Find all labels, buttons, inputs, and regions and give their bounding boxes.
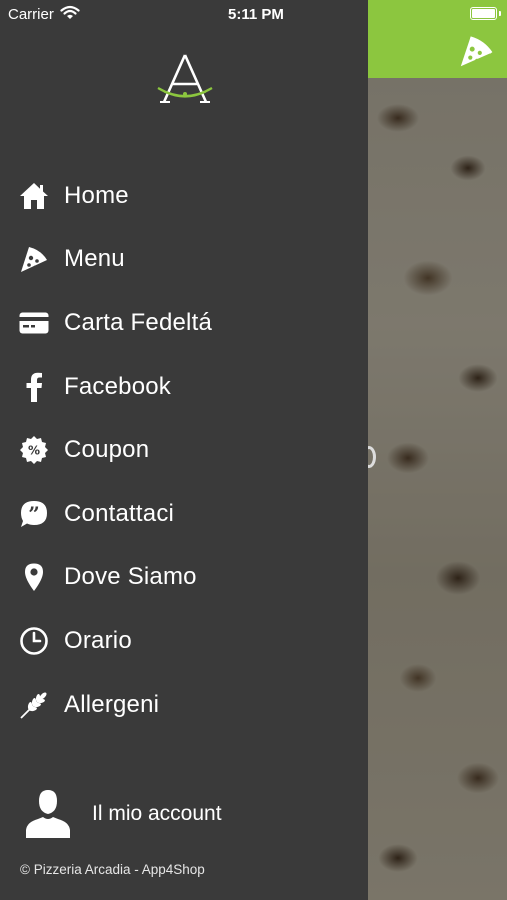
menu-item-label: Dove Siamo (64, 563, 197, 591)
credit-card-icon (18, 307, 50, 339)
menu-item-coupon[interactable]: % Coupon (0, 418, 368, 482)
menu-item-label: Carta Fedeltá (64, 308, 213, 336)
account-button[interactable]: Il mio account (0, 784, 368, 844)
menu-item-menu[interactable]: Menu (0, 228, 368, 292)
user-icon (26, 790, 70, 838)
menu-item-home[interactable]: Home (0, 164, 368, 228)
pizza-slice-icon (18, 243, 50, 275)
wifi-icon (60, 5, 80, 19)
carrier-label: Carrier (8, 6, 54, 23)
side-drawer: Carrier 5:11 PM Home Menu Carta Fedeltá … (0, 0, 368, 900)
chat-quote-icon: ” (18, 498, 50, 530)
pizza-slice-icon[interactable] (457, 32, 495, 70)
battery-icon (470, 7, 497, 20)
account-label: Il mio account (92, 802, 222, 825)
menu-item-label: Facebook (64, 372, 171, 400)
percent-badge-icon: % (18, 434, 50, 466)
menu-item-carta-fedelta[interactable]: Carta Fedeltá (0, 291, 368, 355)
app-header (368, 0, 507, 78)
clock-time: 5:11 PM (228, 6, 284, 23)
facebook-icon (18, 371, 50, 403)
status-bar: Carrier 5:11 PM (0, 0, 368, 28)
menu-item-facebook[interactable]: Facebook (0, 355, 368, 419)
main-menu: Home Menu Carta Fedeltá Facebook % Coupo… (0, 164, 368, 736)
footer-copyright: © Pizzeria Arcadia - App4Shop (20, 862, 205, 877)
home-icon (18, 180, 50, 212)
background-content[interactable] (368, 0, 507, 900)
menu-item-contattaci[interactable]: ” Contattaci (0, 482, 368, 546)
menu-item-label: Home (64, 181, 129, 209)
arcadia-logo (157, 54, 213, 103)
menu-item-allergeni[interactable]: Allergeni (0, 673, 368, 737)
menu-item-label: Coupon (64, 436, 150, 464)
clock-icon (18, 625, 50, 657)
map-pin-icon (18, 561, 50, 593)
pizza-photo (368, 78, 507, 900)
menu-item-label: Menu (64, 245, 125, 273)
menu-item-label: Contattaci (64, 499, 175, 527)
wheat-icon (18, 689, 50, 721)
menu-item-dove-siamo[interactable]: Dove Siamo (0, 546, 368, 610)
svg-text:”: ” (28, 502, 40, 526)
menu-item-orario[interactable]: Orario (0, 609, 368, 673)
menu-item-label: Allergeni (64, 690, 160, 718)
menu-item-label: Orario (64, 626, 132, 654)
svg-text:%: % (28, 444, 40, 458)
